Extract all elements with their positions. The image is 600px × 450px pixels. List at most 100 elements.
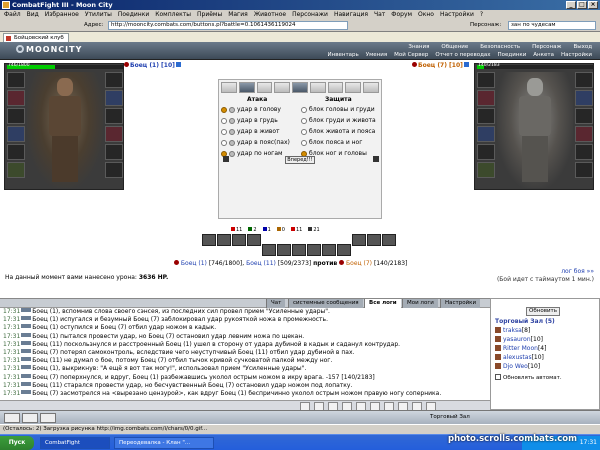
attack-option-legs[interactable]: удар по ногам <box>221 149 283 158</box>
tab-all-logs[interactable]: Все логи <box>364 299 401 308</box>
menu-window[interactable]: Окно <box>418 11 434 19</box>
belt-slot[interactable] <box>7 126 25 142</box>
attack-option-groin[interactable]: удар в пояс(пах) <box>221 138 290 147</box>
technique-slot[interactable] <box>274 82 291 93</box>
tab-my-logs[interactable]: Мои логи <box>402 299 438 308</box>
clear-icon[interactable] <box>22 413 38 423</box>
user-item[interactable]: Djo Weo[10] <box>495 363 540 370</box>
menu-favorites[interactable]: Избранное <box>45 11 79 19</box>
tab-chat-settings[interactable]: Настройки <box>440 299 481 308</box>
user-item[interactable]: yasauron[10] <box>495 336 543 343</box>
person-select[interactable]: зан по чудесам <box>508 21 596 30</box>
left-fighter-name[interactable]: Боец (1) [10] <box>124 62 181 69</box>
amulet-slot[interactable] <box>105 72 123 88</box>
user-item[interactable]: alexustas[10] <box>495 354 544 361</box>
item-slot[interactable] <box>352 234 366 246</box>
defense-option-belt-legs[interactable]: блок пояса и ног <box>301 138 362 147</box>
defense-option-head-chest[interactable]: блок головы и груди <box>301 105 375 114</box>
nav-character[interactable]: Персонаж <box>532 44 561 50</box>
menu-animal[interactable]: Животное <box>254 11 286 19</box>
task-wardrobe[interactable]: Переодевалка - Клан "... <box>114 437 214 449</box>
right-fighter-name[interactable]: Боец (7) [10] <box>412 62 469 69</box>
start-button[interactable]: Пуск <box>0 436 34 450</box>
tab-system-messages[interactable]: системные сообщения <box>288 299 363 308</box>
item-slot[interactable] <box>292 244 306 256</box>
menu-forum[interactable]: Форум <box>391 11 412 19</box>
menu-duels[interactable]: Поединки <box>118 11 149 19</box>
url-field[interactable]: http://mooncity.combats.com/buttons.pl?b… <box>108 21 348 30</box>
item-slot[interactable] <box>262 244 276 256</box>
technique-slot[interactable] <box>327 82 344 93</box>
technique-slot[interactable] <box>221 82 237 93</box>
attack-option-belly[interactable]: удар в живот <box>221 127 280 136</box>
item-slot[interactable] <box>367 234 381 246</box>
nav-profile[interactable]: Анкета <box>533 52 554 58</box>
menu-characters[interactable]: Персонажи <box>292 11 328 19</box>
minimize-button[interactable]: _ <box>566 1 576 9</box>
menu-utilities[interactable]: Утилиты <box>85 11 112 19</box>
menu-view[interactable]: Вид <box>27 11 39 19</box>
attack-option-chest[interactable]: удар в грудь <box>221 116 278 125</box>
technique-slot[interactable] <box>345 82 362 93</box>
nav-knowledge[interactable]: Знания <box>408 44 429 50</box>
item-slot[interactable] <box>202 234 216 246</box>
user-item[interactable]: Ritter Moon[4] <box>495 345 546 352</box>
ring-slot[interactable] <box>7 144 25 160</box>
nav-inventory[interactable]: Инвентарь <box>328 52 359 58</box>
maximize-button[interactable]: □ <box>577 1 587 9</box>
enemy-fighter[interactable]: Боец (7) <box>346 260 372 267</box>
weapon-slot[interactable] <box>7 90 25 106</box>
left-arrow-icon[interactable] <box>223 156 229 162</box>
item-slot[interactable] <box>337 244 351 256</box>
bracer-slot[interactable] <box>105 108 123 124</box>
technique-slot[interactable] <box>309 82 326 93</box>
tab-fight-club[interactable]: Бойцовский клуб <box>3 33 69 42</box>
right-arrow-icon[interactable] <box>373 156 379 162</box>
shield-slot[interactable] <box>105 90 123 106</box>
defense-option-chest-belly[interactable]: блок груди и живота <box>301 116 376 125</box>
technique-slot[interactable] <box>292 82 308 93</box>
auto-refresh-checkbox[interactable]: Обновлять автомат. <box>495 374 562 381</box>
item-slot[interactable] <box>322 244 336 256</box>
item-slot[interactable] <box>217 234 231 246</box>
attack-option-head[interactable]: удар в голову <box>221 105 281 114</box>
menu-help[interactable]: ? <box>480 11 483 19</box>
close-button[interactable]: × <box>588 1 598 9</box>
task-combatfight[interactable]: CombatFight <box>40 437 110 449</box>
go-button[interactable]: Вперед!!! <box>285 156 315 164</box>
ally-fighter-2[interactable]: Боец (11) <box>246 260 276 267</box>
menu-chat[interactable]: Чат <box>374 11 385 19</box>
smile-icon[interactable] <box>4 413 20 423</box>
nav-exit[interactable]: Выход <box>573 44 592 50</box>
nav-skills[interactable]: Умения <box>366 52 387 58</box>
technique-slot[interactable] <box>238 82 255 93</box>
nav-duels[interactable]: Поединки <box>498 52 527 58</box>
technique-slot[interactable] <box>256 82 273 93</box>
technique-slot[interactable] <box>363 82 380 93</box>
gloves-slot[interactable] <box>7 162 25 178</box>
menu-sets[interactable]: Комплекты <box>155 11 191 19</box>
item-slot[interactable] <box>247 234 261 246</box>
menu-techniques[interactable]: Приёмы <box>197 11 222 19</box>
item-slot[interactable] <box>232 234 246 246</box>
menu-settings[interactable]: Настройки <box>440 11 474 19</box>
boots-slot[interactable] <box>105 162 123 178</box>
pants-slot[interactable] <box>105 144 123 160</box>
nav-security[interactable]: Безопасность <box>480 44 520 50</box>
battle-log-link[interactable]: лог боя »» <box>561 268 594 275</box>
earring-slot[interactable] <box>105 126 123 142</box>
nav-my-server[interactable]: Мой Сервер <box>394 52 428 58</box>
refresh-button[interactable]: Обновить <box>526 307 560 316</box>
tab-chat[interactable]: Чат <box>266 299 286 308</box>
item-slot[interactable] <box>307 244 321 256</box>
ally-fighter-1[interactable]: Боец (1) <box>181 260 207 267</box>
send-icon[interactable] <box>40 413 56 423</box>
menu-file[interactable]: Файл <box>4 11 21 19</box>
item-slot[interactable] <box>277 244 291 256</box>
nav-communication[interactable]: Общение <box>441 44 468 50</box>
menu-navigation[interactable]: Навигация <box>334 11 368 19</box>
defense-option-belly-belt[interactable]: блок живота и пояса <box>301 127 375 136</box>
user-item[interactable]: traksa[8] <box>495 327 530 334</box>
helmet-slot[interactable] <box>7 72 25 88</box>
item-slot[interactable] <box>382 234 396 246</box>
